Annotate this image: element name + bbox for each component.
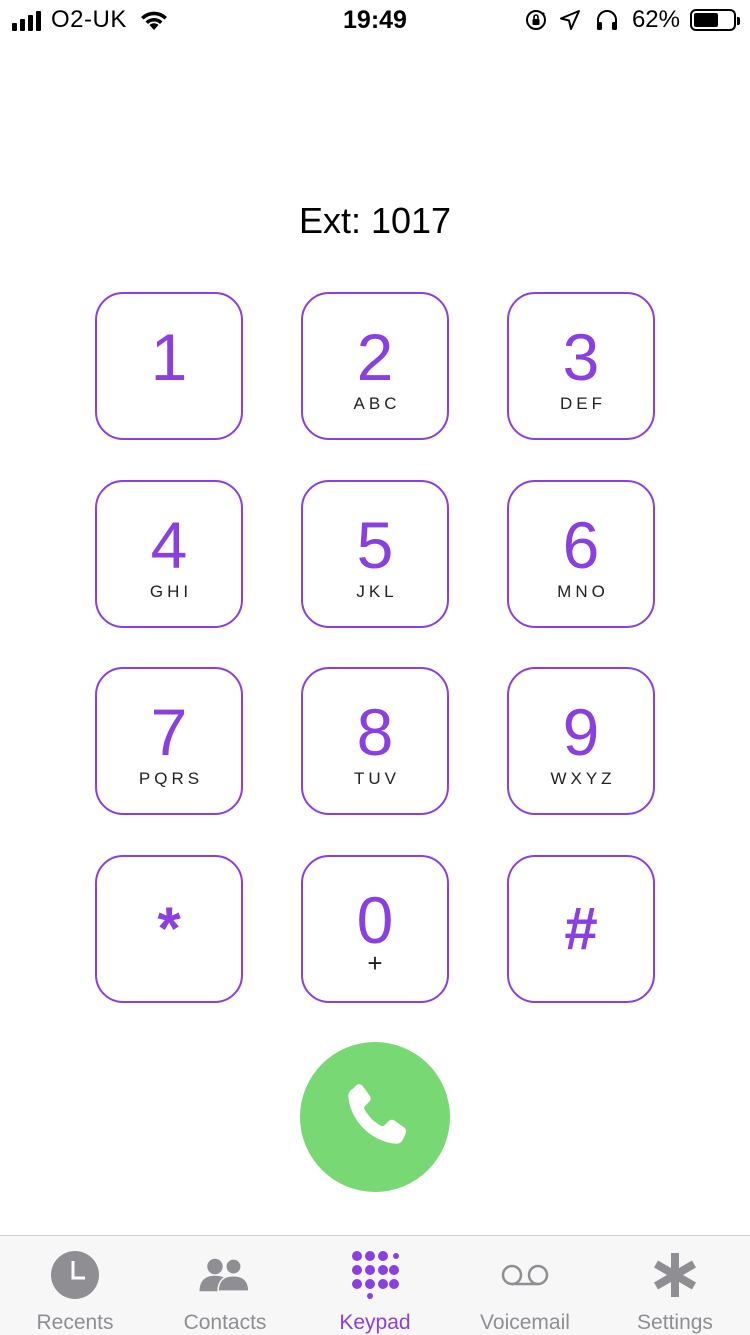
key-3[interactable]: 3 DEF — [507, 292, 655, 440]
key-digit: 3 — [562, 320, 600, 394]
key-star[interactable]: * — [95, 855, 243, 1003]
key-digit: * — [157, 895, 181, 962]
people-icon — [198, 1248, 252, 1301]
key-1[interactable]: 1 — [95, 292, 243, 440]
key-digit: 4 — [150, 508, 188, 582]
key-letters: WXYZ — [550, 769, 616, 788]
key-6[interactable]: 6 MNO — [507, 480, 655, 628]
key-digit: 9 — [562, 695, 600, 769]
key-digit: 2 — [356, 320, 394, 394]
extension-label: Ext: 1017 — [298, 200, 452, 241]
keypad-icon — [348, 1248, 402, 1301]
key-digit: # — [564, 895, 598, 962]
key-letters: PQRS — [138, 769, 204, 788]
key-digit: 0 — [356, 883, 394, 957]
status-bar: O2-UK 19:49 62% — [0, 0, 750, 40]
orientation-lock-icon — [525, 10, 546, 30]
key-digit: 6 — [562, 508, 600, 582]
asterisk-icon — [648, 1248, 702, 1301]
tab-voicemail[interactable]: Voicemail — [450, 1236, 600, 1335]
key-letters: GHI — [149, 582, 193, 601]
tab-label: Settings — [637, 1311, 713, 1334]
tab-label: Recents — [36, 1311, 114, 1334]
battery-icon — [690, 9, 740, 31]
voicemail-icon — [498, 1248, 552, 1301]
tab-label: Voicemail — [480, 1311, 570, 1334]
battery-percent: 62% — [631, 6, 680, 33]
key-letters: JKL — [356, 582, 398, 601]
keypad: 1 2 ABC 3 DEF 4 GHI 5 JKL 6 MNO 7 PQRS 8… — [95, 292, 655, 1004]
key-digit: 8 — [356, 695, 394, 769]
tab-label: Contacts — [183, 1311, 267, 1334]
key-hash[interactable]: # — [507, 855, 655, 1003]
key-letters: MNO — [557, 582, 609, 601]
tab-contacts[interactable]: Contacts — [150, 1236, 300, 1335]
location-icon — [559, 10, 580, 30]
key-digit: 7 — [150, 695, 188, 769]
key-5[interactable]: 5 JKL — [301, 480, 449, 628]
clock-icon — [48, 1248, 102, 1301]
key-digit: 1 — [150, 320, 188, 394]
tab-keypad[interactable]: Keypad — [300, 1236, 450, 1335]
key-9[interactable]: 9 WXYZ — [507, 667, 655, 815]
key-8[interactable]: 8 TUV — [301, 667, 449, 815]
tab-label: Keypad — [339, 1311, 411, 1334]
call-button[interactable] — [300, 1042, 450, 1192]
key-0[interactable]: 0 + — [301, 855, 449, 1003]
key-letters — [167, 394, 171, 414]
headphones-icon — [596, 10, 617, 30]
phone-icon — [348, 1084, 407, 1144]
key-4[interactable]: 4 GHI — [95, 480, 243, 628]
status-right: 62% — [524, 6, 740, 34]
tab-bar: Recents Contacts Keypad Voicemail Settin… — [0, 1235, 750, 1335]
key-7[interactable]: 7 PQRS — [95, 667, 243, 815]
tab-recents[interactable]: Recents — [0, 1236, 150, 1335]
key-letters: ABC — [353, 394, 401, 413]
key-letters: DEF — [560, 394, 606, 413]
key-letters: + — [367, 948, 383, 978]
key-digit: 5 — [356, 508, 394, 582]
key-2[interactable]: 2 ABC — [301, 292, 449, 440]
key-letters: TUV — [354, 769, 400, 788]
tab-settings[interactable]: Settings — [600, 1236, 750, 1335]
